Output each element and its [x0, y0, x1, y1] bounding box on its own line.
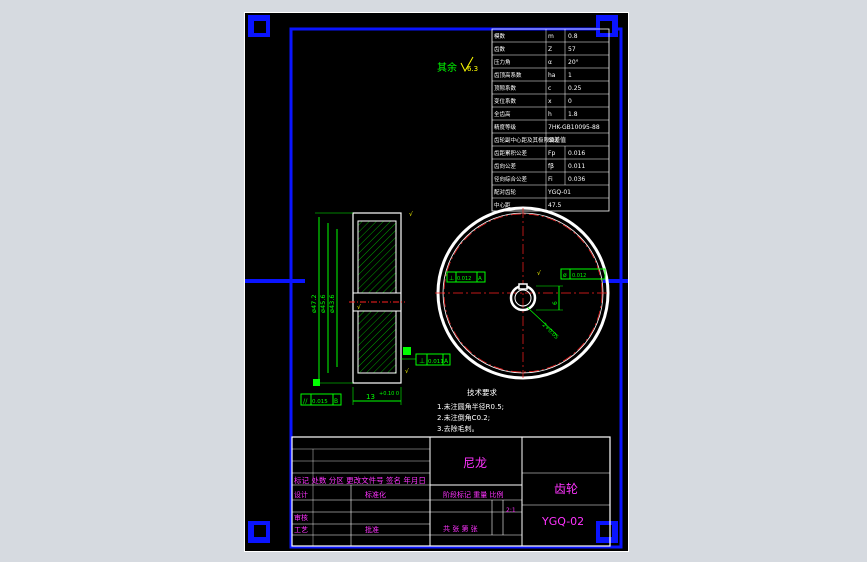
table-cell: 齿数 [494, 45, 506, 53]
svg-text:⊥: ⊥ [419, 357, 425, 365]
svg-text:⊥: ⊥ [449, 275, 454, 282]
note-line: 3.去除毛刺。 [437, 424, 479, 433]
runout-frame-left: ⊥ 0.012 A [446, 271, 486, 283]
table-cell: 0 [568, 98, 572, 105]
table-cell: 47.5 [548, 202, 562, 209]
inner-frame [289, 27, 623, 549]
cad-drawing: 其余 6.3 模数 m 0.8 齿数 Z 57 压力角 α 20° 齿顶高系数 ha 1 顶隙系数 c 0.… [245, 15, 628, 549]
table-cell: 模数 [494, 32, 506, 40]
table-cell: 压力角 [494, 58, 511, 66]
table-cell: 齿向公差 [494, 162, 517, 170]
table-cell: fβ [548, 163, 554, 170]
dimension-label: ø45.6 [319, 295, 327, 313]
table-cell: Z [548, 46, 552, 53]
roughness-note: 其余 [437, 61, 457, 74]
table-cell: α [548, 59, 552, 66]
note-line: 1.未注圆角半径R0.5; [437, 402, 504, 411]
svg-text:0.012: 0.012 [572, 273, 586, 279]
sheet-count: 共 张 第 张 [443, 524, 478, 533]
title-block: 尼龙 齿轮 YGQ-02 标记 处数 分区 更改文件号 签名 年月日 设计 标准… [291, 436, 611, 547]
table-cell: 配对齿轮 [494, 188, 517, 196]
table-cell: 精度等级 [494, 123, 517, 131]
svg-text:A: A [478, 276, 482, 282]
table-cell: 齿距累积公差 [494, 149, 528, 157]
table-cell: h [548, 111, 552, 118]
roughness-mark-icon: √ [357, 304, 361, 311]
svg-text:0.012: 0.012 [457, 276, 471, 282]
standard-label: 标准化 [365, 490, 386, 499]
dimension-label: ø43.6 [328, 295, 336, 313]
table-cell: YGQ-01 [547, 189, 571, 196]
drawing-sheet: 其余 6.3 模数 m 0.8 齿数 Z 57 压力角 α 20° 齿顶高系数 ha 1 顶隙系数 c 0.… [244, 12, 629, 552]
width-dimension: 13 [366, 393, 375, 401]
side-section-view: ø47.2 ø45.6 ø43.6 13 +0.10 0 √ √ √ ⊥ 0.0… [300, 211, 451, 406]
table-cell: 公差值 [548, 136, 566, 144]
table-cell: 径向综合公差 [494, 175, 528, 183]
table-cell: 0.8 [568, 33, 578, 40]
table-cell: ha [548, 72, 556, 79]
scale-value: 2:1 [506, 507, 516, 514]
notes-title: 技术要求 [467, 387, 497, 397]
front-view: 6 2+0.05 ⊥ 0.012 A ø 0.012 √ [435, 206, 610, 380]
width-tolerance: +0.10 0 [379, 391, 399, 397]
table-cell: 1.8 [568, 111, 578, 118]
process-label: 工艺 [294, 526, 308, 534]
table-cell: Fp [548, 150, 555, 157]
check-label: 审核 [294, 513, 308, 522]
perpendicularity-frame: ⊥ 0.011 A [415, 353, 451, 366]
keyway-dimension: 2+0.05 [541, 322, 560, 341]
table-cell: 57 [568, 46, 576, 53]
table-cell: 0.25 [568, 85, 582, 92]
table-cell: Fi [548, 176, 553, 183]
note-line: 2.未注倒角C0.2; [437, 413, 490, 422]
company-name: 尼龙 [463, 456, 487, 470]
datum-marker-b [313, 379, 320, 386]
svg-text://: // [303, 397, 308, 405]
svg-text:ø: ø [563, 272, 567, 279]
svg-text:A: A [444, 358, 449, 365]
table-cell: x [548, 98, 552, 105]
svg-text:0.015: 0.015 [312, 399, 328, 405]
svg-text:0.011: 0.011 [428, 359, 444, 365]
table-cell: 0.016 [568, 150, 585, 157]
table-cell: 1 [568, 72, 572, 79]
table-cell: 0.011 [568, 163, 585, 170]
approve-label: 批准 [365, 525, 379, 534]
dimension-label: ø47.2 [310, 295, 318, 313]
table-cell: 齿顶高系数 [494, 71, 522, 79]
table-cell: c [548, 85, 551, 92]
revision-header: 标记 处数 分区 更改文件号 签名 年月日 [294, 475, 426, 485]
datum-marker-a [403, 347, 411, 355]
svg-text:B: B [334, 398, 338, 405]
table-cell: 0.036 [568, 176, 585, 183]
roughness-mark-icon: √ [405, 368, 409, 375]
part-name: 齿轮 [554, 482, 578, 496]
parallelism-frame: // 0.015 B [300, 393, 342, 406]
table-cell: 全齿高 [494, 110, 511, 118]
bore-dimension: 6 [552, 301, 559, 305]
table-cell: 20° [568, 59, 579, 66]
drawing-number: YGQ-02 [541, 515, 584, 528]
table-cell: 顶隙系数 [494, 84, 517, 92]
gear-parameter-table: 模数 m 0.8 齿数 Z 57 压力角 α 20° 齿顶高系数 ha 1 顶隙系数 c 0.25 变位系数 x… [491, 28, 610, 212]
table-cell: 7HK-GB10095-88 [548, 124, 600, 131]
table-cell: m [548, 33, 554, 40]
design-label: 设计 [294, 490, 308, 499]
roughness-value: 6.3 [467, 65, 478, 73]
roughness-mark-icon: √ [409, 211, 413, 218]
stage-header: 阶段标记 重量 比例 [443, 490, 503, 499]
roughness-mark-icon: √ [537, 270, 541, 277]
table-cell: 变位系数 [494, 97, 517, 105]
